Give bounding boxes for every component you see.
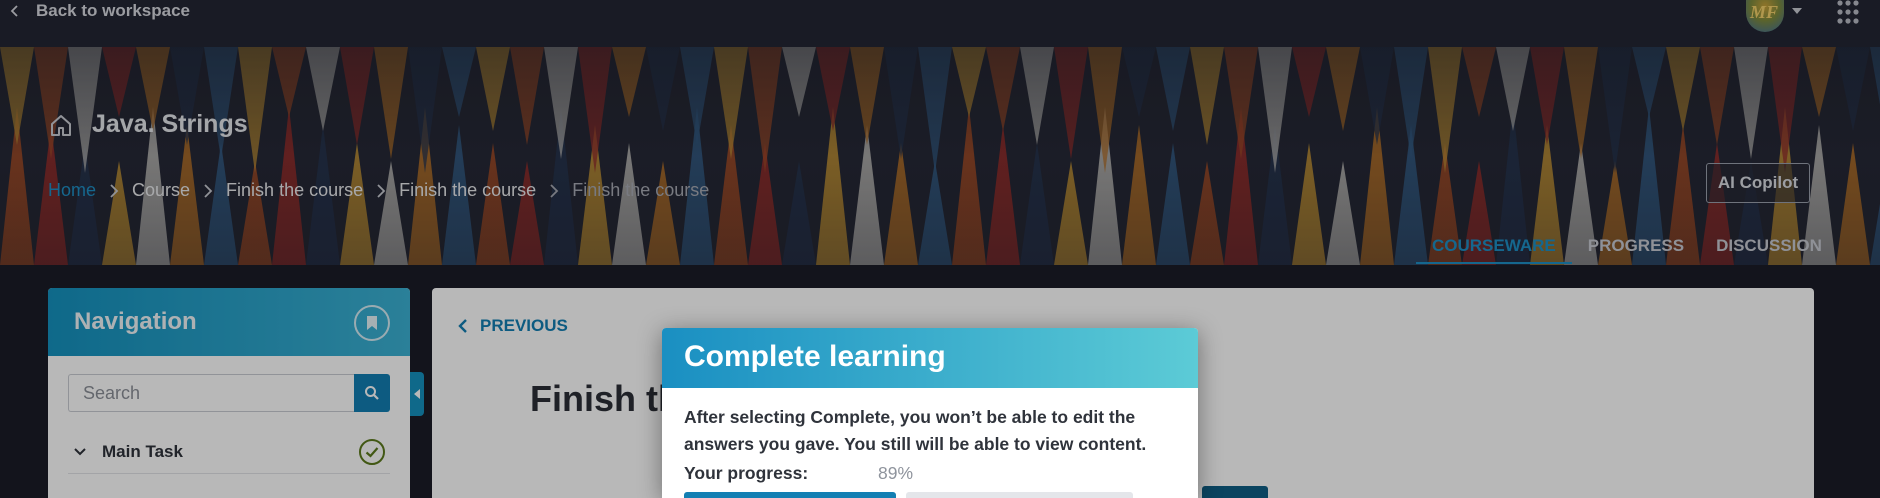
modal-title: Complete learning — [684, 340, 946, 373]
modal-message: After selecting Complete, you won’t be a… — [684, 407, 1147, 454]
progress-value: 89% — [878, 463, 914, 483]
progress-remaining — [906, 492, 1133, 498]
progress-fill — [684, 492, 896, 498]
progress-bar — [684, 492, 1178, 498]
progress-label: Your progress: — [684, 463, 809, 483]
modal-header: Complete learning — [662, 328, 1198, 388]
complete-learning-modal: Complete learning After selecting Comple… — [662, 328, 1198, 498]
